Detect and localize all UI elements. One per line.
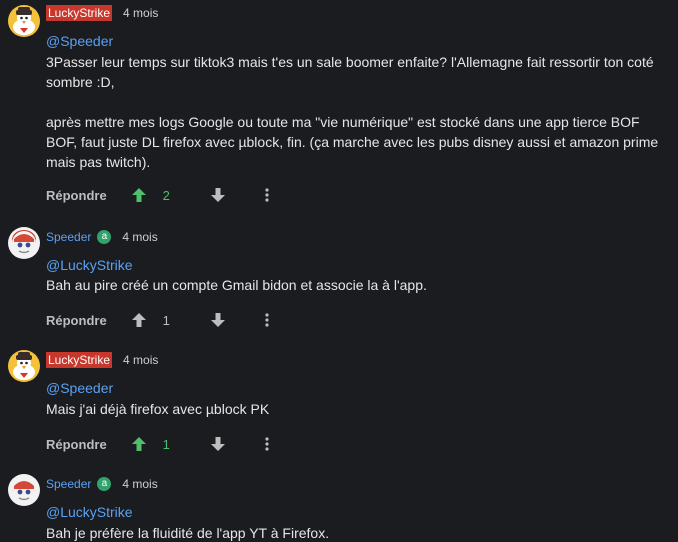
like-count: 2 bbox=[162, 187, 170, 203]
comment-text: Bah au pire créé un compte Gmail bidon e… bbox=[46, 275, 670, 295]
like-count: 1 bbox=[162, 312, 170, 328]
mention-link[interactable]: @Speeder bbox=[46, 378, 113, 398]
comment-paragraph: Bah je préfère la fluidité de l'app YT à… bbox=[46, 525, 330, 541]
character-avatar-icon bbox=[8, 474, 40, 506]
comment-actions: Répondre 2 bbox=[46, 185, 270, 205]
upvote-icon[interactable] bbox=[131, 187, 147, 203]
reply-button[interactable]: Répondre bbox=[46, 188, 107, 203]
comment-header: LuckyStrike 4 mois bbox=[46, 351, 158, 369]
member-badge: a bbox=[97, 477, 112, 491]
downvote-icon[interactable] bbox=[210, 187, 226, 203]
comment-header: LuckyStrike 4 mois bbox=[46, 4, 158, 22]
timestamp[interactable]: 4 mois bbox=[123, 353, 158, 367]
upvote-icon[interactable] bbox=[131, 436, 147, 452]
reply-button[interactable]: Répondre bbox=[46, 437, 107, 452]
avatar[interactable] bbox=[8, 474, 40, 506]
bird-avatar-icon bbox=[8, 5, 40, 37]
bird-avatar-icon bbox=[8, 350, 40, 382]
avatar[interactable] bbox=[8, 5, 40, 37]
comment-paragraph: après mettre mes logs Google ou toute ma… bbox=[46, 114, 659, 170]
comment-text: Bah je préfère la fluidité de l'app YT à… bbox=[46, 523, 670, 542]
more-options-icon[interactable] bbox=[264, 312, 270, 328]
comment-header: Speeder a 4 mois bbox=[46, 475, 158, 493]
downvote-icon[interactable] bbox=[210, 436, 226, 452]
more-options-icon[interactable] bbox=[264, 436, 270, 452]
comment-text: Mais j'ai déjà firefox avec µblock PK bbox=[46, 399, 670, 419]
author-name[interactable]: Speeder bbox=[46, 229, 91, 245]
author-name[interactable]: Speeder bbox=[46, 476, 91, 492]
comment-paragraph: Bah au pire créé un compte Gmail bidon e… bbox=[46, 277, 427, 293]
avatar[interactable] bbox=[8, 227, 40, 259]
more-options-icon[interactable] bbox=[264, 187, 270, 203]
comment-actions: Répondre 1 bbox=[46, 434, 270, 454]
timestamp[interactable]: 4 mois bbox=[122, 230, 157, 244]
downvote-icon[interactable] bbox=[210, 312, 226, 328]
comment-header: Speeder a 4 mois bbox=[46, 228, 158, 246]
author-name[interactable]: LuckyStrike bbox=[46, 5, 113, 21]
author-name[interactable]: LuckyStrike bbox=[46, 352, 113, 368]
like-count: 1 bbox=[162, 436, 170, 452]
reply-button[interactable]: Répondre bbox=[46, 313, 107, 328]
comment-paragraph: 3Passer leur temps sur tiktok3 mais t'es… bbox=[46, 54, 654, 90]
member-badge: a bbox=[97, 230, 112, 244]
avatar[interactable] bbox=[8, 350, 40, 382]
comment-thread: LuckyStrike 4 mois @Speeder 3Passer leur… bbox=[0, 0, 678, 542]
character-avatar-icon bbox=[8, 227, 40, 259]
comment-paragraph: Mais j'ai déjà firefox avec µblock PK bbox=[46, 401, 270, 417]
mention-link[interactable]: @Speeder bbox=[46, 31, 113, 51]
comment-actions: Répondre 1 bbox=[46, 310, 270, 330]
timestamp[interactable]: 4 mois bbox=[122, 477, 157, 491]
upvote-icon[interactable] bbox=[131, 312, 147, 328]
timestamp[interactable]: 4 mois bbox=[123, 6, 158, 20]
mention-link[interactable]: @LuckyStrike bbox=[46, 255, 133, 275]
mention-link[interactable]: @LuckyStrike bbox=[46, 502, 133, 522]
comment-text: 3Passer leur temps sur tiktok3 mais t'es… bbox=[46, 52, 670, 172]
